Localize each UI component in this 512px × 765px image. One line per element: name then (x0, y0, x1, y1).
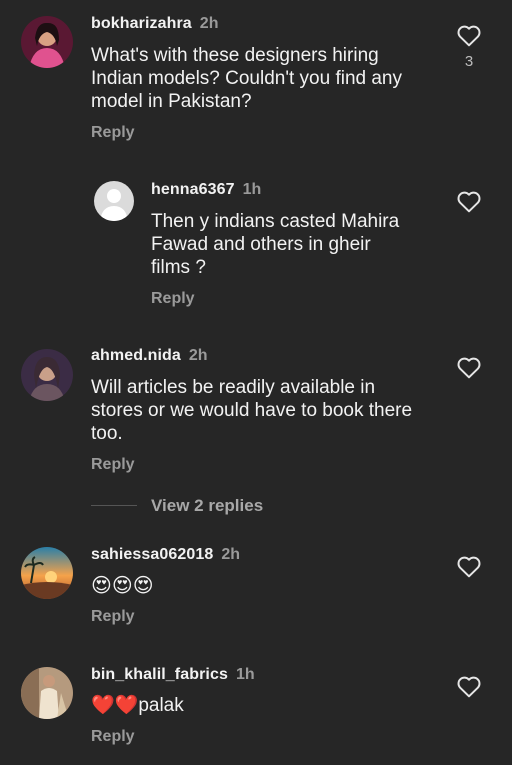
comment-meta: ahmed.nida 2h (91, 347, 208, 365)
comment-time: 2h (188, 347, 208, 364)
comment-username[interactable]: sahiessa062018 (91, 546, 213, 563)
comment-text: Then y indians casted Mahira Fawad and o… (151, 211, 400, 278)
comment-time: 1h (242, 181, 262, 198)
comment-text: Will articles be readily available in st… (91, 377, 413, 444)
reply-button[interactable]: Reply (91, 608, 135, 626)
comment-username[interactable]: henna6367 (151, 181, 235, 198)
avatar[interactable] (21, 667, 73, 719)
comment-time: 2h (221, 546, 241, 563)
comment-username[interactable]: bin_khalil_fabrics (91, 666, 228, 683)
comment-meta: henna6367 1h (151, 181, 261, 199)
view-replies-line (91, 505, 137, 506)
comment-meta: bin_khalil_fabrics 1h (91, 666, 255, 684)
comment-meta: sahiessa062018 2h (91, 546, 240, 564)
reply-button[interactable]: Reply (91, 456, 135, 474)
heart-icon[interactable] (456, 23, 482, 47)
comment-text: 😍😍😍 (91, 575, 154, 597)
view-replies-label[interactable]: View 2 replies (151, 496, 263, 516)
comment-time: 2h (199, 15, 219, 32)
comment-text: What's with these designers hiring India… (91, 45, 402, 112)
avatar[interactable] (21, 16, 73, 68)
comment-username[interactable]: bokharizahra (91, 15, 192, 32)
avatar[interactable] (94, 181, 134, 221)
reply-button[interactable]: Reply (91, 124, 135, 142)
like-count: 3 (464, 53, 474, 70)
comment-time: 1h (235, 666, 255, 683)
heart-icon[interactable] (456, 554, 482, 578)
heart-icon[interactable] (456, 355, 482, 379)
avatar[interactable] (21, 349, 73, 401)
heart-icon[interactable] (456, 674, 482, 698)
heart-icon[interactable] (456, 189, 482, 213)
comment-meta: bokharizahra 2h (91, 15, 218, 33)
comment-text: ❤️❤️palak (91, 695, 184, 716)
comment-username[interactable]: ahmed.nida (91, 347, 181, 364)
reply-button[interactable]: Reply (91, 728, 135, 746)
avatar[interactable] (21, 547, 73, 599)
reply-button[interactable]: Reply (151, 290, 195, 308)
